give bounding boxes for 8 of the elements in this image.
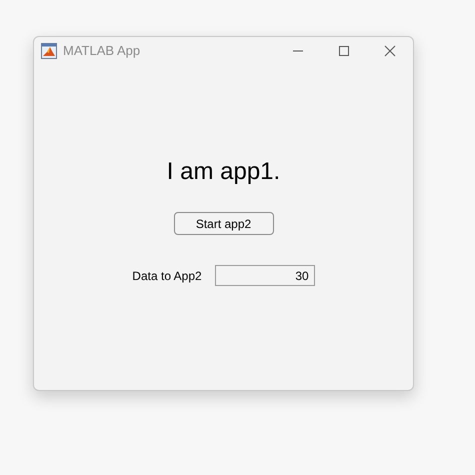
heading: I am app1. [166, 158, 280, 186]
field-label: Data to App2 [132, 268, 202, 284]
matlab-logo-icon [41, 43, 57, 59]
close-icon[interactable] [384, 45, 396, 57]
input-field[interactable]: 30 [214, 265, 315, 286]
maximize-icon[interactable] [338, 45, 350, 57]
start-button[interactable]: Start app2 [174, 212, 274, 235]
window-title: MATLAB App [63, 42, 140, 60]
